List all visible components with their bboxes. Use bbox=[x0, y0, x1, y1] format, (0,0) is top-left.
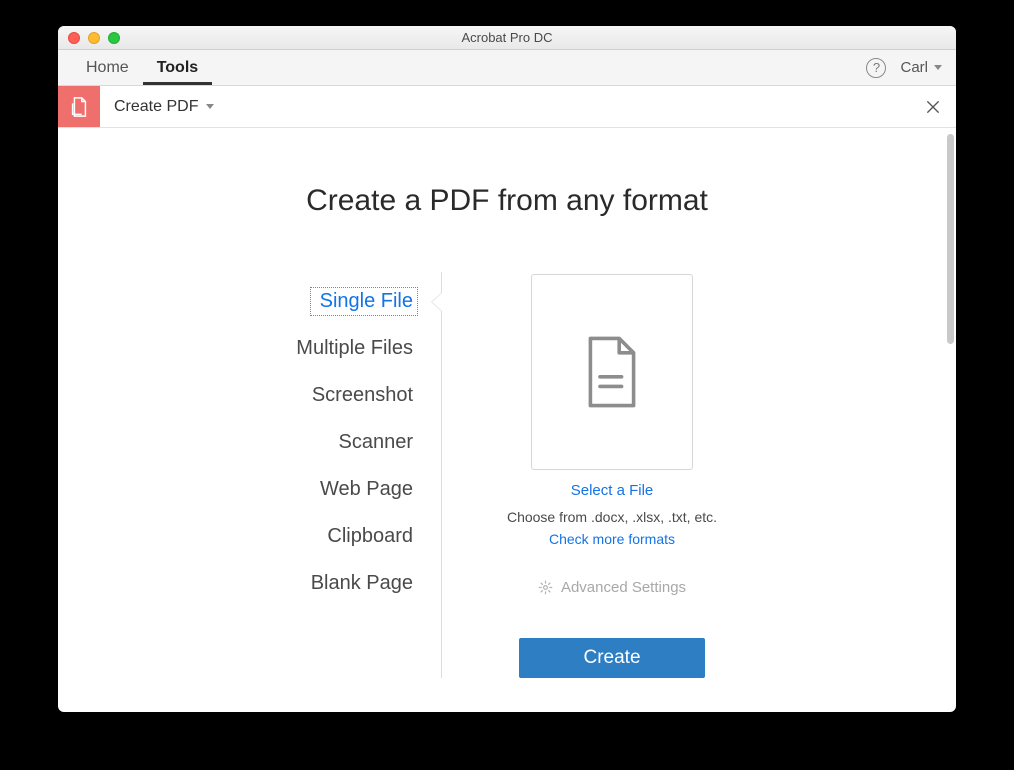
format-hint: Choose from .docx, .xlsx, .txt, etc. bbox=[507, 509, 717, 525]
menu-tools[interactable]: Tools bbox=[143, 50, 212, 85]
document-icon bbox=[583, 336, 641, 408]
close-window-button[interactable] bbox=[68, 32, 80, 44]
source-label: Single File bbox=[320, 290, 413, 312]
main-body: Create a PDF from any format Single File… bbox=[58, 128, 956, 712]
create-pdf-icon bbox=[58, 86, 100, 127]
toolbar: Create PDF bbox=[58, 86, 956, 128]
advanced-settings[interactable]: Advanced Settings bbox=[538, 579, 686, 596]
help-icon[interactable]: ? bbox=[866, 58, 886, 78]
minimize-window-button[interactable] bbox=[88, 32, 100, 44]
create-button-label: Create bbox=[583, 647, 640, 669]
detail-pane: Select a File Choose from .docx, .xlsx, … bbox=[442, 272, 782, 678]
advanced-label: Advanced Settings bbox=[561, 579, 686, 596]
titlebar: Acrobat Pro DC bbox=[58, 26, 956, 50]
source-single-file[interactable]: Single File bbox=[232, 278, 441, 325]
content: Single File Multiple Files Screenshot Sc… bbox=[58, 272, 956, 678]
source-web-page[interactable]: Web Page bbox=[232, 466, 441, 513]
close-panel-button[interactable] bbox=[910, 86, 956, 127]
file-drop-zone[interactable] bbox=[531, 274, 693, 470]
source-scanner[interactable]: Scanner bbox=[232, 419, 441, 466]
source-multiple-files[interactable]: Multiple Files bbox=[232, 325, 441, 372]
more-formats-link[interactable]: Check more formats bbox=[549, 531, 675, 547]
chevron-down-icon bbox=[206, 104, 214, 109]
zoom-window-button[interactable] bbox=[108, 32, 120, 44]
gear-icon bbox=[538, 580, 553, 595]
user-name: Carl bbox=[900, 59, 928, 76]
menubar: Home Tools ? Carl bbox=[58, 50, 956, 86]
user-menu[interactable]: Carl bbox=[900, 59, 946, 76]
source-blank-page[interactable]: Blank Page bbox=[232, 560, 441, 607]
source-clipboard[interactable]: Clipboard bbox=[232, 513, 441, 560]
toolbar-title: Create PDF bbox=[114, 98, 198, 116]
app-window: Acrobat Pro DC Home Tools ? Carl Create … bbox=[58, 26, 956, 712]
page-heading: Create a PDF from any format bbox=[58, 184, 956, 218]
source-screenshot[interactable]: Screenshot bbox=[232, 372, 441, 419]
source-list: Single File Multiple Files Screenshot Sc… bbox=[232, 272, 442, 678]
select-file-link[interactable]: Select a File bbox=[571, 482, 654, 499]
window-title: Acrobat Pro DC bbox=[58, 30, 956, 45]
scrollbar[interactable] bbox=[947, 134, 954, 344]
chevron-down-icon bbox=[934, 65, 942, 70]
create-button[interactable]: Create bbox=[519, 638, 705, 678]
toolbar-label[interactable]: Create PDF bbox=[100, 86, 228, 127]
traffic-lights bbox=[58, 32, 120, 44]
menu-home[interactable]: Home bbox=[72, 50, 143, 85]
